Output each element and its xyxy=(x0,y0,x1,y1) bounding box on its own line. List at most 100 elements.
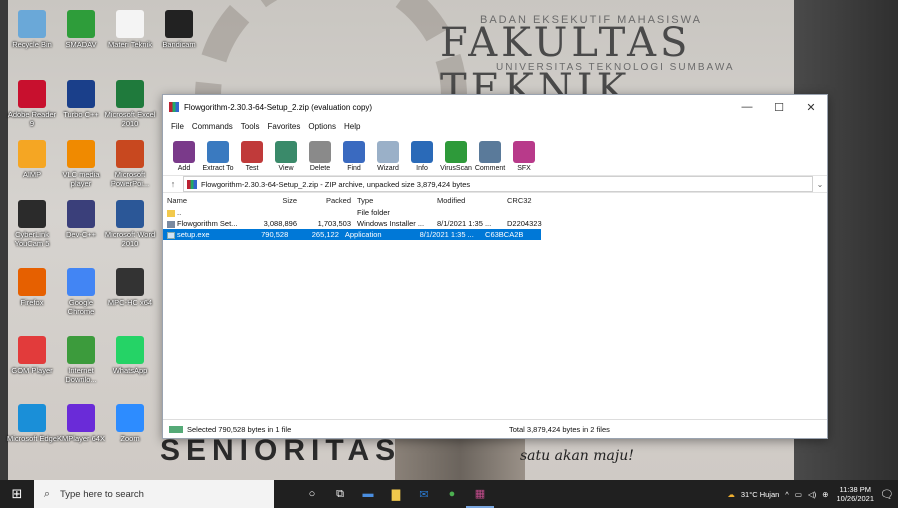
winrar-taskbar-icon[interactable]: ▦ xyxy=(466,480,494,508)
desktop-icon-chrome[interactable]: Google Chrome xyxy=(55,268,107,316)
cortana-icon[interactable]: ○ xyxy=(298,480,326,508)
desktop-icon-devcpp[interactable]: Dev-C++ xyxy=(55,200,107,239)
sfx-button[interactable]: SFX xyxy=(509,141,539,175)
desktop-icon-zoom[interactable]: Zoom xyxy=(104,404,156,443)
menu-tools[interactable]: Tools xyxy=(237,122,264,131)
column-size[interactable]: Size xyxy=(245,196,301,205)
file-list: Name Size Packed Type Modified CRC32 .. F… xyxy=(163,193,827,409)
cell-name: setup.exe xyxy=(163,230,240,239)
desktop-icon-excel[interactable]: Microsoft Excel 2010 xyxy=(104,80,156,128)
windows-start-icon[interactable]: ⊞ xyxy=(0,486,34,502)
desktop-icon-smadav[interactable]: SMADAV xyxy=(55,10,107,49)
menu-bar: File Commands Tools Favorites Options He… xyxy=(163,119,827,133)
menu-commands[interactable]: Commands xyxy=(188,122,237,131)
column-crc32[interactable]: CRC32 xyxy=(505,196,567,205)
devcpp-icon xyxy=(67,200,95,228)
winrar-icon xyxy=(169,102,179,112)
toolbar-label: Find xyxy=(347,165,361,172)
weather-text[interactable]: 31°C Hujan xyxy=(741,490,779,499)
column-type[interactable]: Type xyxy=(355,196,435,205)
cell-size: 3,088,896 xyxy=(263,219,297,228)
column-modified[interactable]: Modified xyxy=(435,196,505,205)
battery-icon[interactable]: ▭ xyxy=(795,490,802,499)
table-row[interactable]: .. File folder xyxy=(163,207,827,218)
drive-icon xyxy=(169,425,183,433)
desktop-icon-mpc-hc[interactable]: MPC-HC x64 xyxy=(104,268,156,307)
menu-favorites[interactable]: Favorites xyxy=(263,122,304,131)
desktop-icon-label: SMADAV xyxy=(65,40,97,49)
desktop-icon-word[interactable]: Microsoft Word 2010 xyxy=(104,200,156,248)
network-icon[interactable]: ⊕ xyxy=(822,490,828,499)
add-button[interactable]: Add xyxy=(169,141,199,175)
desktop-icon-bandicam[interactable]: Bandicam xyxy=(153,10,205,49)
whatsapp-icon xyxy=(116,336,144,364)
taskbar-search[interactable]: ⌕ Type here to search xyxy=(34,480,274,508)
desktop-icon-edge[interactable]: Microsoft Edge xyxy=(6,404,58,443)
desktop-icon-turbo-cpp[interactable]: Turbo C++ xyxy=(55,80,107,119)
wizard-icon xyxy=(377,141,399,163)
notification-icon[interactable]: 🗨 xyxy=(880,488,894,501)
table-row[interactable]: Flowgorithm Set... 3,088,896 1,703,503 Wind… xyxy=(163,218,827,229)
desktop-icon-label: AIMP xyxy=(22,170,42,179)
desktop-icon-adobe-reader[interactable]: Adobe Reader 9 xyxy=(6,80,58,128)
wizard-button[interactable]: Wizard xyxy=(373,141,403,175)
desktop-icon-gom-player[interactable]: GOM Player xyxy=(6,336,58,375)
idm-icon xyxy=(67,336,95,364)
file-rows: .. File folder Flowgorithm Set... 3,088,896… xyxy=(163,207,827,240)
vlc-icon xyxy=(67,140,95,168)
column-headers: Name Size Packed Type Modified CRC32 xyxy=(163,193,827,207)
desktop-icon-youcam[interactable]: CyberLink YouCam 5 xyxy=(6,200,58,248)
maximize-button[interactable]: ☐ xyxy=(763,95,795,119)
menu-file[interactable]: File xyxy=(167,122,188,131)
address-field[interactable]: Flowgorithm-2.30.3-64-Setup_2.zip - ZIP … xyxy=(183,176,813,192)
word-icon xyxy=(116,200,144,228)
chrome-taskbar-icon[interactable]: ● xyxy=(438,480,466,508)
comment-icon xyxy=(479,141,501,163)
taskbar-app-icon[interactable]: ▬ xyxy=(354,480,382,508)
desktop-icon-vlc[interactable]: VLC media player xyxy=(55,140,107,188)
powerpoint-icon xyxy=(116,140,144,168)
chevron-up-icon[interactable]: ^ xyxy=(785,490,789,499)
desktop-icon-firefox[interactable]: Firefox xyxy=(6,268,58,307)
title-bar[interactable]: Flowgorithm-2.30.3-64-Setup_2.zip (evalu… xyxy=(163,95,827,119)
volume-icon[interactable]: ◁) xyxy=(808,490,816,499)
close-button[interactable]: ✕ xyxy=(795,95,827,119)
clock[interactable]: 11:38 PM 10/26/2021 xyxy=(836,485,874,503)
minimize-button[interactable]: — xyxy=(731,95,763,119)
column-packed[interactable]: Packed xyxy=(301,196,355,205)
toolbar-label: SFX xyxy=(517,165,531,172)
info-button[interactable]: Info xyxy=(407,141,437,175)
toolbar-label: View xyxy=(278,165,294,172)
desktop-icon-kmplayer[interactable]: KMPlayer 64X xyxy=(55,404,107,443)
desktop-icon-idm[interactable]: Internet Downlo... xyxy=(55,336,107,384)
column-name[interactable]: Name xyxy=(163,196,245,205)
desktop-icon-powerpoint[interactable]: Microsoft PowerPoi... xyxy=(104,140,156,188)
virusscan-button[interactable]: VirusScan xyxy=(440,141,472,175)
extract-button[interactable]: Extract To xyxy=(203,141,234,175)
edge-icon xyxy=(18,404,46,432)
desktop-icon-label: Microsoft Edge xyxy=(6,434,58,443)
delete-button[interactable]: Delete xyxy=(305,141,335,175)
comment-button[interactable]: Comment xyxy=(475,141,505,175)
test-icon xyxy=(241,141,263,163)
cell-type: Windows Installer ... xyxy=(357,219,425,228)
desktop-icon-recycle-bin[interactable]: Recycle Bin xyxy=(6,10,58,49)
menu-help[interactable]: Help xyxy=(340,122,364,131)
desktop-icon-aimp[interactable]: AIMP xyxy=(6,140,58,179)
cell-type: Application xyxy=(344,230,382,239)
desktop-icon-document[interactable]: Materi Teknik xyxy=(104,10,156,49)
desktop-icon-label: Firefox xyxy=(20,298,44,307)
test-button[interactable]: Test xyxy=(237,141,267,175)
up-arrow-icon[interactable]: ↑ xyxy=(163,179,183,189)
menu-options[interactable]: Options xyxy=(304,122,340,131)
file-explorer-icon[interactable]: ▇ xyxy=(382,480,410,508)
task-view-icon[interactable]: ⧉ xyxy=(326,480,354,508)
chevron-down-icon[interactable]: ⌄ xyxy=(813,180,827,189)
cell-crc: D2204323 xyxy=(507,219,542,228)
desktop-icon-whatsapp[interactable]: WhatsApp xyxy=(104,336,156,375)
turbo-cpp-icon xyxy=(67,80,95,108)
find-button[interactable]: Find xyxy=(339,141,369,175)
table-row[interactable]: setup.exe 790,528 265,122 Application 8/1/20… xyxy=(163,229,541,240)
mail-icon[interactable]: ✉ xyxy=(410,480,438,508)
view-button[interactable]: View xyxy=(271,141,301,175)
